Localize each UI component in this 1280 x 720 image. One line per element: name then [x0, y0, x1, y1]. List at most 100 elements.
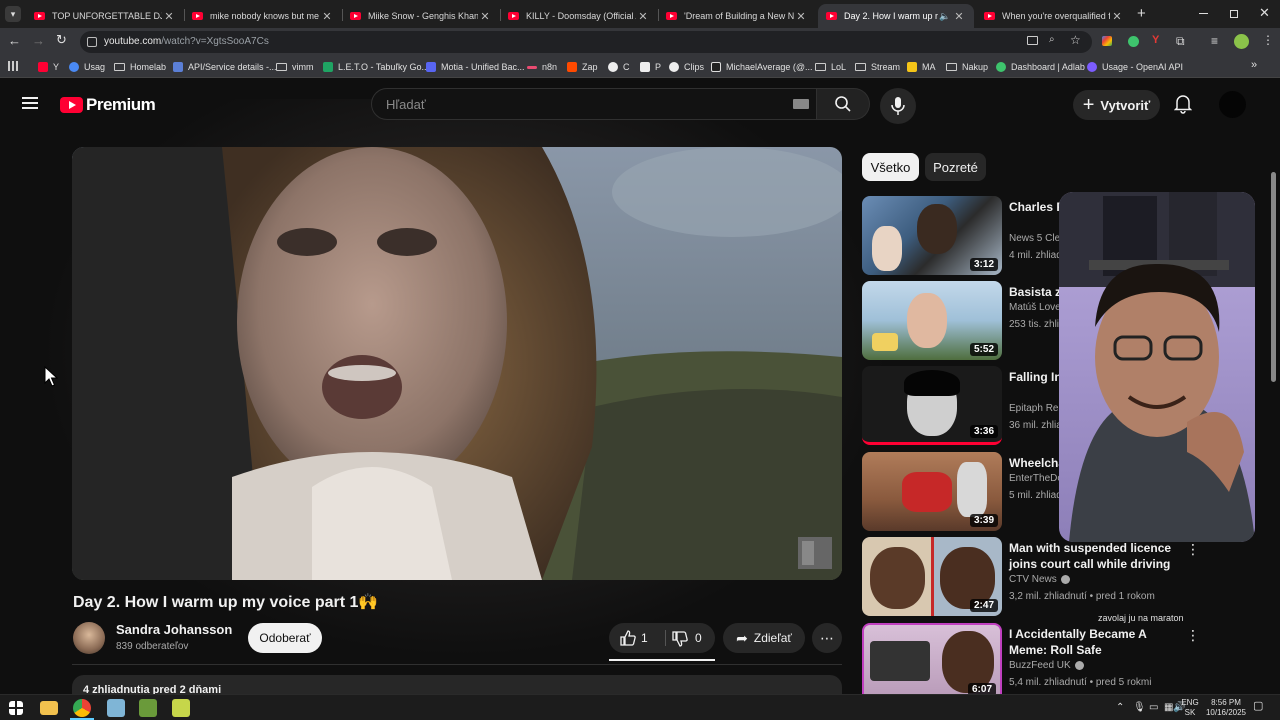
video-thumbnail[interactable]: 3:36 — [862, 366, 1002, 445]
bookmark-n8n[interactable]: n8n — [527, 60, 557, 74]
account-avatar[interactable] — [1219, 91, 1246, 118]
app-icon[interactable] — [172, 699, 190, 717]
bookmark-ma[interactable]: MA — [907, 60, 936, 74]
browser-tab-active[interactable]: Day 2. How I warm up my vo 🔈 ✕ — [818, 4, 974, 28]
channel-avatar[interactable] — [73, 622, 105, 654]
speaker-icon[interactable]: 🔈 — [938, 11, 952, 22]
browser-menu-icon[interactable]: ⋮ — [1262, 33, 1274, 47]
address-bar[interactable]: youtube.com/watch?v=XgtsSooA7Cs ⌕ ☆ — [80, 31, 1092, 53]
channel-name[interactable]: Sandra Johansson — [116, 622, 232, 637]
apps-grid-icon[interactable] — [8, 61, 18, 71]
video-player[interactable] — [72, 147, 842, 580]
cast-icon[interactable] — [1027, 36, 1038, 45]
display-tray-icon[interactable]: ▭ — [1149, 703, 1158, 713]
extension-icon[interactable] — [1128, 36, 1139, 47]
bookmark-clips[interactable]: Clips — [669, 60, 704, 74]
browser-tab[interactable]: 'Dream of Building a New Nepa ✕ — [658, 4, 816, 28]
recommendation-item[interactable]: 2:47 Man with suspended licence joins co… — [862, 537, 1262, 617]
bookmark-usag[interactable]: Usag — [69, 60, 105, 74]
more-bookmarks-icon[interactable]: » — [1251, 59, 1257, 71]
tray-chevron-icon[interactable]: ⌃ — [1116, 703, 1124, 713]
close-icon[interactable]: ✕ — [636, 10, 650, 23]
chrome-icon[interactable] — [73, 699, 91, 717]
clock[interactable]: 8:56 PM 10/16/2025 — [1202, 698, 1250, 718]
bookmark-openai[interactable]: Usage - OpenAI API — [1087, 60, 1183, 74]
bookmark-vimm[interactable]: vimm — [276, 60, 314, 74]
bookmark-motia[interactable]: Motia - Unified Bac... — [426, 60, 525, 74]
bookmark-lol[interactable]: LoL — [815, 60, 846, 74]
site-info-icon[interactable] — [87, 37, 97, 47]
like-icon[interactable] — [620, 630, 636, 646]
bookmark-leto[interactable]: L.E.T.O - Tabuľky Go... — [323, 60, 429, 74]
browser-tab[interactable]: Miike Snow - Genghis Khan (O ✕ — [342, 4, 500, 28]
close-icon[interactable]: ✕ — [794, 10, 808, 23]
reading-list-icon[interactable]: ≡ — [1211, 34, 1218, 48]
back-icon[interactable]: ← — [8, 33, 21, 48]
close-icon[interactable]: ✕ — [1110, 10, 1124, 23]
bookmark-stream[interactable]: Stream — [855, 60, 900, 74]
close-icon[interactable]: ✕ — [478, 10, 492, 23]
close-icon[interactable]: ✕ — [162, 10, 176, 23]
zoom-icon[interactable]: ⌕ — [1049, 34, 1055, 45]
forward-icon[interactable]: → — [32, 33, 45, 48]
notifications-tray-icon[interactable]: ▢ — [1253, 701, 1263, 712]
video-thumbnail[interactable]: 5:52 — [862, 281, 1002, 360]
chip-watched[interactable]: Pozreté — [925, 153, 986, 181]
bookmark-youtube[interactable]: Y — [38, 60, 59, 74]
bookmark-p[interactable]: P — [640, 60, 661, 74]
create-button[interactable]: + Vytvoriť — [1073, 90, 1160, 120]
language-indicator[interactable]: ENG SK — [1180, 698, 1200, 718]
bookmark-nakup[interactable]: Nakup — [946, 60, 988, 74]
more-vertical-icon[interactable]: ⋮ — [1186, 627, 1200, 644]
extension-icon[interactable] — [1102, 36, 1112, 46]
close-icon[interactable]: ✕ — [320, 10, 334, 23]
minecraft-icon[interactable] — [139, 699, 157, 717]
bookmark-adlab[interactable]: Dashboard | Adlab — [996, 60, 1085, 74]
search-button[interactable] — [817, 88, 870, 120]
dislike-icon[interactable] — [672, 631, 688, 647]
bookmark-homelab[interactable]: Homelab — [114, 60, 166, 74]
new-tab-icon[interactable]: + — [1137, 5, 1146, 22]
browser-tab[interactable]: KILLY - Doomsday (Official Aud ✕ — [500, 4, 658, 28]
voice-search-button[interactable] — [880, 88, 916, 124]
restore-icon[interactable] — [1230, 10, 1238, 18]
video-thumbnail[interactable]: 6:07 — [862, 623, 1002, 694]
microphone-tray-icon[interactable]: 🎙 — [1133, 703, 1146, 713]
tab-search-button[interactable]: ▾ — [5, 6, 21, 22]
browser-tab[interactable]: TOP UNFORGETTABLE DJ TRAN ✕ — [26, 4, 184, 28]
bookmark-c[interactable]: C — [608, 60, 630, 74]
file-explorer-icon[interactable] — [40, 701, 58, 715]
extension-icon[interactable]: Y — [1152, 34, 1159, 46]
bookmark-zap[interactable]: Zap — [567, 60, 598, 74]
extensions-puzzle-icon[interactable]: ⧉ — [1176, 34, 1185, 49]
close-icon[interactable]: ✕ — [952, 10, 966, 23]
more-vertical-icon[interactable]: ⋮ — [1186, 541, 1200, 558]
share-button[interactable]: ➦ Zdieľať — [723, 623, 805, 653]
video-thumbnail[interactable]: 3:12 — [862, 196, 1002, 275]
profile-avatar[interactable] — [1234, 34, 1249, 49]
reload-icon[interactable]: ↻ — [56, 32, 67, 48]
subscribe-button[interactable]: Odoberať — [248, 623, 322, 653]
windows-start-icon[interactable] — [9, 701, 23, 715]
page-scrollbar[interactable] — [1271, 172, 1276, 382]
description-box[interactable]: 4 zhliadnutia pred 2 dňami — [72, 675, 842, 694]
search-input[interactable]: Hľadať — [371, 88, 817, 120]
bookmark-api-service[interactable]: API/Service details -... — [173, 60, 277, 74]
video-duration: 3:36 — [969, 425, 998, 438]
video-thumbnail[interactable]: 3:39 — [862, 452, 1002, 531]
bookmark-star-icon[interactable]: ☆ — [1070, 33, 1081, 47]
video-thumbnail[interactable]: 2:47 — [862, 537, 1002, 616]
hamburger-menu-icon[interactable] — [22, 97, 38, 109]
notifications-bell-icon[interactable] — [1174, 94, 1192, 114]
browser-tab[interactable]: mike nobody knows but me - Y ✕ — [184, 4, 342, 28]
notepad-icon[interactable] — [107, 699, 125, 717]
recommendation-item[interactable]: 6:07 I Accidentally Became A Meme: Roll … — [862, 623, 1262, 694]
more-actions-button[interactable]: ⋯ — [812, 623, 842, 653]
close-window-icon[interactable]: ✕ — [1259, 5, 1270, 21]
bookmark-tiktok[interactable]: MichaelAverage (@... — [711, 60, 813, 74]
keyboard-icon[interactable] — [793, 99, 809, 109]
youtube-logo[interactable]: Premium — [60, 95, 156, 115]
minimize-icon[interactable] — [1199, 13, 1208, 14]
browser-tab[interactable]: When you're overqualified for ✕ — [976, 4, 1132, 28]
chip-all[interactable]: Všetko — [862, 153, 919, 181]
